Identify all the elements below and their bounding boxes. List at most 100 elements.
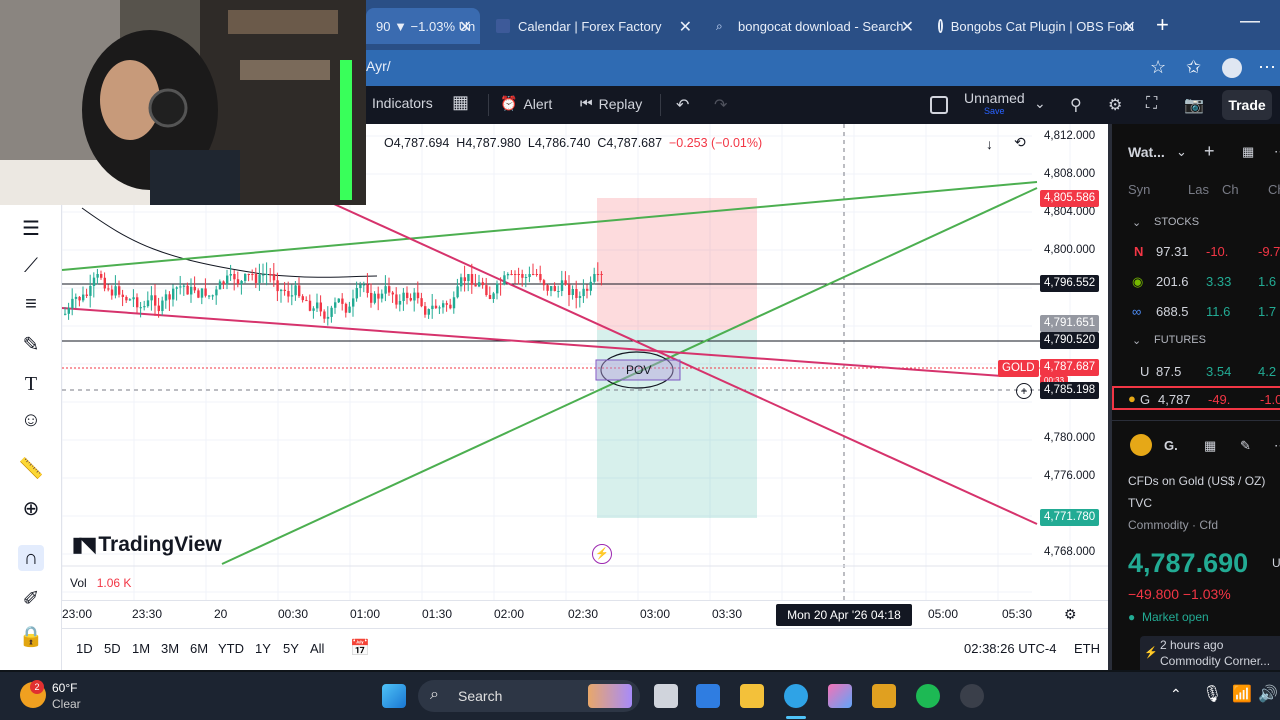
watchlist-row[interactable]: U 87.5 3.54 4.2	[1112, 358, 1280, 386]
watchlist-row[interactable]: ∞ 688.5 11.6 1.7	[1112, 298, 1280, 326]
search-highlight-icon	[588, 684, 632, 708]
add-alert-icon[interactable]: +	[1016, 383, 1032, 399]
calendar-icon[interactable]: 📅	[350, 638, 370, 658]
layout-name-button[interactable]: Unnamed Save	[964, 90, 1025, 116]
zoom-in-icon[interactable]: ⊕	[18, 495, 44, 521]
edge-icon[interactable]	[784, 684, 808, 708]
col-symbol[interactable]: Syn	[1128, 182, 1150, 197]
camera-icon[interactable]: 📷	[1184, 95, 1204, 115]
time-axis[interactable]: 23:00 23:30 20 00:30 01:00 01:30 02:00 0…	[62, 600, 1108, 628]
settings-icon[interactable]: ⚙	[1108, 95, 1122, 115]
magnet-icon[interactable]: ∩	[18, 545, 44, 571]
favorites-icon[interactable]: ✩	[1186, 57, 1201, 78]
col-chgp[interactable]: Ch	[1268, 182, 1280, 197]
chevron-up-icon[interactable]: ⌃	[1170, 686, 1182, 703]
ruler-icon[interactable]: 📏	[18, 455, 44, 481]
watchlist-row[interactable]: ◉ 201.6 3.33 1.6	[1112, 268, 1280, 296]
brush-icon[interactable]: ✎	[18, 331, 44, 357]
edit-icon[interactable]: ✎	[1240, 438, 1251, 454]
scroll-to-end-icon[interactable]: ↓	[986, 136, 993, 152]
range-ytd[interactable]: YTD	[218, 641, 244, 656]
change: -49.	[1208, 392, 1231, 407]
fullscreen-icon[interactable]: ⛶	[1146, 95, 1157, 113]
watchlist-row-selected[interactable]: ● G 4,787 -49. -1.0	[1112, 386, 1280, 410]
text-icon[interactable]: T	[18, 371, 44, 397]
lightning-icon[interactable]: ⚡	[592, 544, 612, 564]
close-icon[interactable]: ✕	[1123, 17, 1136, 37]
chevron-down-icon[interactable]: ⌄	[1034, 95, 1046, 112]
minimize-icon[interactable]: —	[1240, 10, 1260, 33]
news-card[interactable]: 2 hours ago Commodity Corner... ⚡	[1140, 636, 1280, 670]
section-stocks[interactable]: STOCKS	[1154, 216, 1199, 228]
refresh-icon[interactable]: ⟲	[1014, 134, 1026, 151]
task-view-icon[interactable]	[654, 684, 678, 708]
range-6m[interactable]: 6M	[190, 641, 208, 656]
section-futures[interactable]: FUTURES	[1154, 334, 1206, 346]
templates-icon[interactable]: ▦	[452, 92, 469, 113]
range-all[interactable]: All	[310, 641, 324, 656]
copilot-icon[interactable]	[828, 684, 852, 708]
quick-search-icon[interactable]: ⚲	[1070, 95, 1082, 115]
more-menu-icon[interactable]: ⋯	[1258, 57, 1276, 78]
col-chg[interactable]: Ch	[1222, 182, 1239, 197]
chevron-down-icon[interactable]: ⌄	[1132, 216, 1141, 229]
layout-icon[interactable]: ▦	[1242, 144, 1254, 160]
wifi-icon[interactable]: 📶	[1232, 684, 1252, 704]
undo-icon[interactable]: ↶	[676, 95, 689, 115]
start-icon[interactable]	[382, 684, 406, 708]
range-3m[interactable]: 3M	[161, 641, 179, 656]
fib-icon[interactable]: ≡	[18, 291, 44, 317]
stay-drawing-icon[interactable]: ✐	[18, 585, 44, 611]
emoji-icon[interactable]: ☺	[18, 407, 44, 433]
crosshair-menu-icon[interactable]: ☰	[18, 215, 44, 241]
tab-bing-search[interactable]: ⌕ bongocat download - Search ✕	[706, 8, 922, 44]
clock[interactable]: 02:38:26 UTC-4	[964, 641, 1057, 656]
add-symbol-icon[interactable]: +	[1204, 141, 1215, 162]
new-tab-icon[interactable]: +	[1156, 12, 1169, 38]
file-explorer-icon[interactable]	[740, 684, 764, 708]
close-icon[interactable]: ✕	[679, 17, 692, 37]
taskbar-search[interactable]: ⌕ Search	[418, 680, 640, 712]
time-tick: 23:00	[62, 607, 93, 621]
url-text[interactable]: Ayr/	[366, 58, 391, 74]
trade-button[interactable]: Trade	[1222, 90, 1272, 120]
range-5y[interactable]: 5Y	[283, 641, 299, 656]
grid-icon[interactable]: ▦	[1204, 438, 1216, 454]
range-1d[interactable]: 1D	[76, 641, 93, 656]
microphone-icon[interactable]: 🎙	[1202, 684, 1222, 704]
more-icon[interactable]: ⋯	[1274, 438, 1280, 454]
chevron-down-icon[interactable]: ⌄	[1176, 144, 1187, 160]
range-5d[interactable]: 5D	[104, 641, 121, 656]
chart-pane[interactable]: POV O4,787.694 H4,787.980 L4,786.740 C4,…	[62, 124, 1108, 670]
replay-button[interactable]: ⏮ Replay	[580, 95, 642, 112]
profile-avatar[interactable]	[1222, 58, 1242, 78]
watchlist-title[interactable]: Wat...	[1128, 144, 1165, 160]
spotify-icon[interactable]	[916, 684, 940, 708]
range-1y[interactable]: 1Y	[255, 641, 271, 656]
tab-forex-factory[interactable]: Calendar | Forex Factory ✕	[486, 8, 700, 44]
outlook-icon[interactable]	[696, 684, 720, 708]
store-icon[interactable]	[872, 684, 896, 708]
ohlc-change: −0.253 (−0.01%)	[669, 136, 763, 150]
more-icon[interactable]: ⋯	[1274, 144, 1280, 160]
range-1m[interactable]: 1M	[132, 641, 150, 656]
favorite-star-icon[interactable]: ☆	[1150, 57, 1166, 78]
obs-icon[interactable]	[960, 684, 984, 708]
trend-line-icon[interactable]: ⟋	[18, 253, 44, 279]
session-toggle[interactable]: ETH	[1074, 641, 1100, 656]
watchlist-row[interactable]: N 97.31 -10. -9.7	[1112, 238, 1280, 266]
alert-button[interactable]: ⏰ Alert	[500, 95, 552, 112]
close-icon[interactable]: ✕	[459, 17, 472, 37]
chevron-down-icon[interactable]: ⌄	[1132, 334, 1141, 347]
tab-tradingview[interactable]: 90 ▼ −1.03% Un ✕	[366, 8, 480, 44]
col-last[interactable]: Las	[1188, 182, 1209, 197]
indicators-button[interactable]: Indicators	[372, 95, 433, 111]
layout-icon[interactable]	[930, 96, 948, 114]
volume-icon[interactable]: 🔊	[1258, 684, 1278, 704]
settings-icon[interactable]: ⚙	[1064, 606, 1077, 623]
redo-icon[interactable]: ↷	[714, 95, 727, 115]
detail-symbol[interactable]: G.	[1164, 438, 1178, 453]
close-icon[interactable]: ✕	[901, 17, 914, 37]
tab-obs-forum[interactable]: Bongobs Cat Plugin | OBS Foru ✕	[928, 8, 1144, 44]
lock-icon[interactable]: 🔒	[18, 623, 44, 649]
